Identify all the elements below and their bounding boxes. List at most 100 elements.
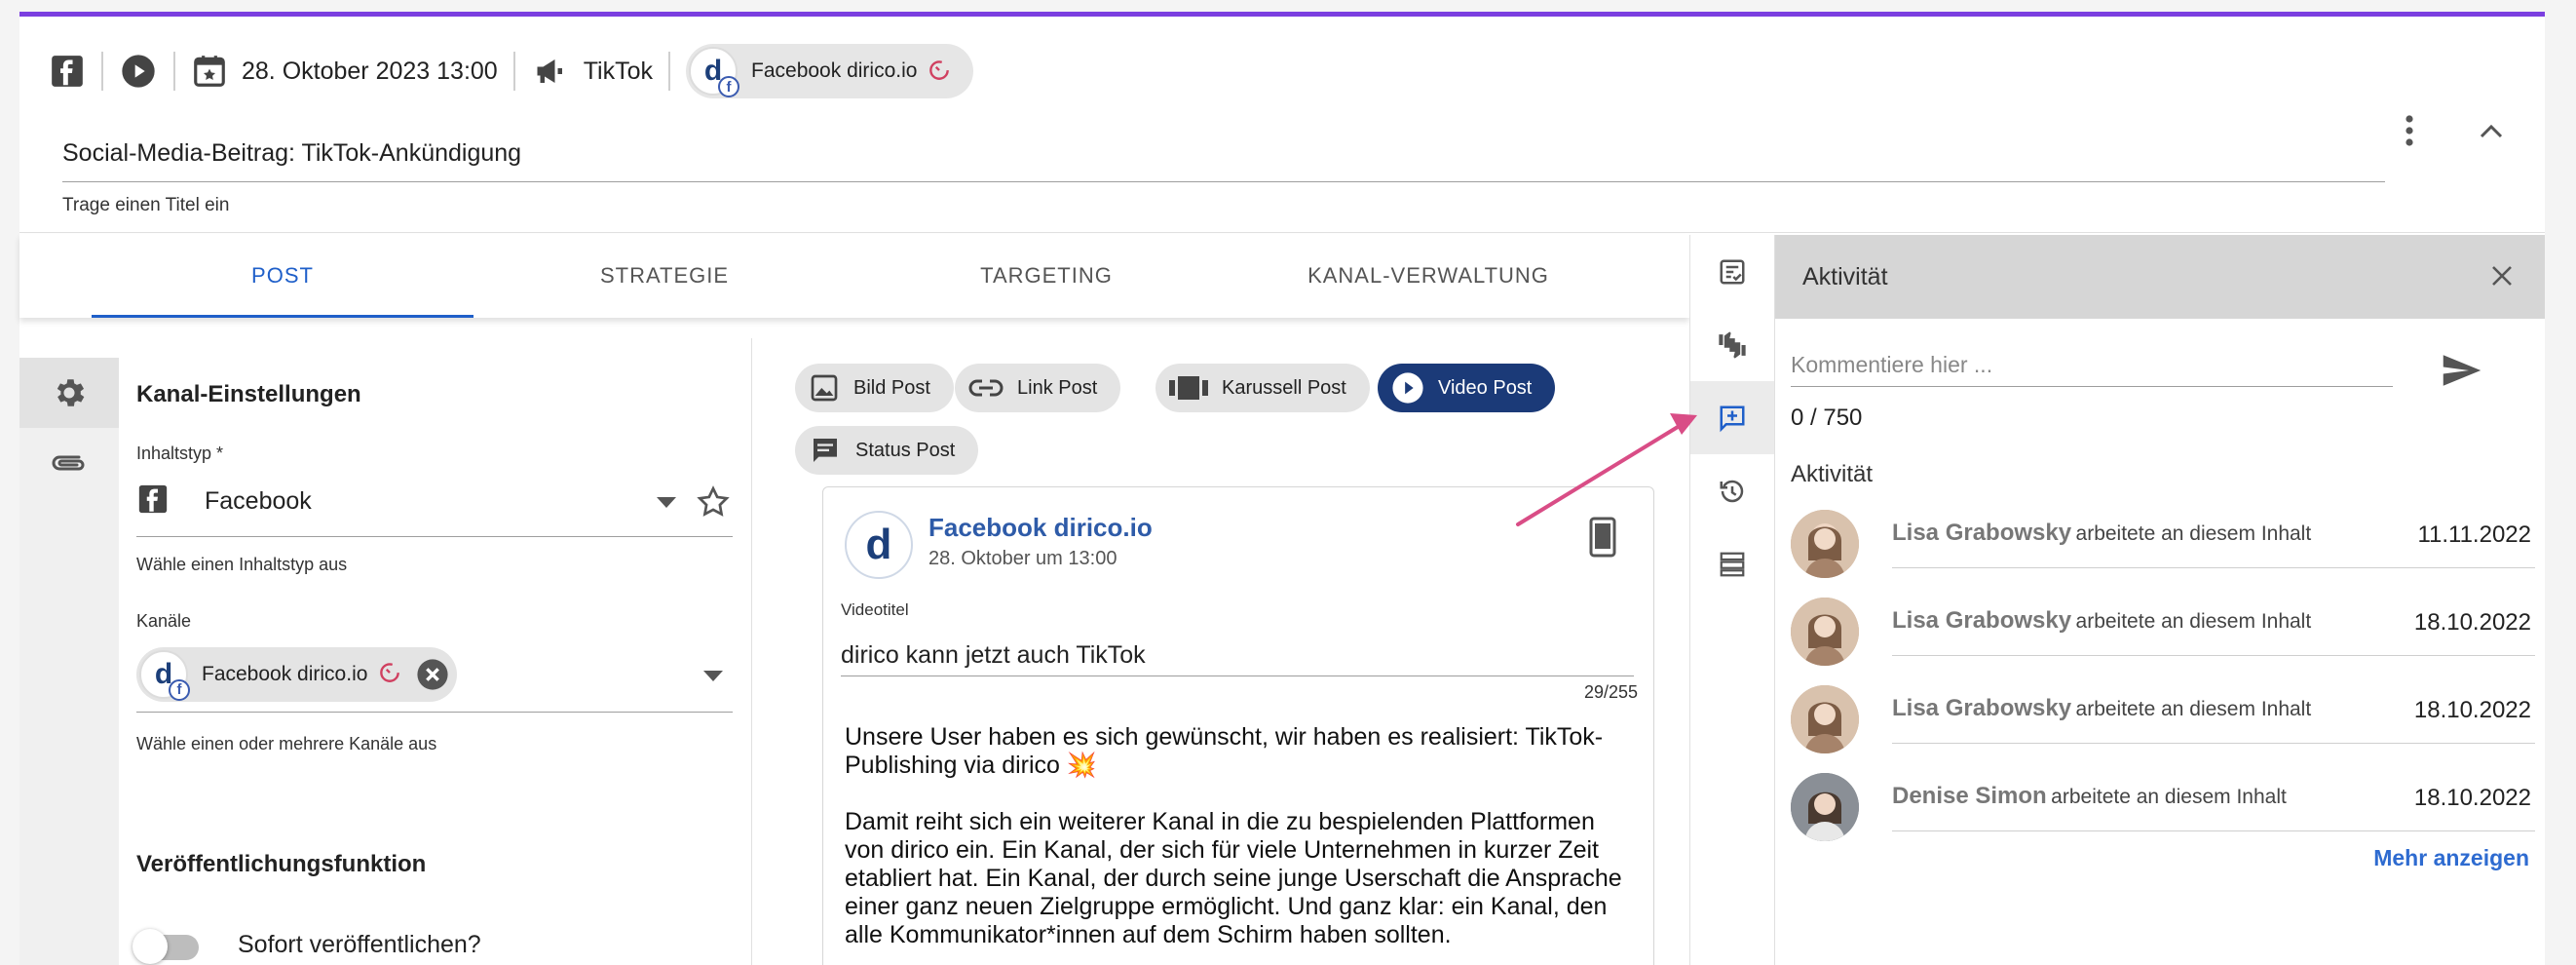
video-title-count: 29/255 bbox=[1583, 682, 1638, 702]
activity-user: Lisa Grabowsky bbox=[1892, 520, 2072, 546]
title-value: Social-Media-Beitrag: TikTok-Ankündigung bbox=[62, 139, 522, 167]
dropdown-arrow-icon[interactable] bbox=[657, 496, 676, 514]
channels-select[interactable]: df Facebook dirico.io bbox=[136, 637, 733, 713]
post-type-bild[interactable]: Bild Post bbox=[795, 364, 954, 412]
thumbs-tool[interactable] bbox=[1690, 308, 1774, 381]
tab-targeting[interactable]: TARGETING bbox=[855, 234, 1237, 318]
avatar bbox=[1791, 510, 1859, 578]
tab-bar: POST STRATEGIE TARGETING KANAL-VERWALTUN… bbox=[19, 234, 1689, 318]
add-comment-icon bbox=[1720, 405, 1745, 432]
divider bbox=[101, 52, 103, 91]
attachments-nav-item[interactable] bbox=[19, 428, 119, 498]
account-chip[interactable]: df Facebook dirico.io bbox=[686, 44, 974, 98]
post-column: Bild Post Link Post Karussell Post Video… bbox=[770, 338, 1689, 965]
activity-date: 18.10.2022 bbox=[2413, 609, 2531, 636]
publish-now-label: Sofort veröffentlichen? bbox=[238, 931, 481, 958]
video-title-input[interactable]: dirico kann jetzt auch TikTok bbox=[841, 632, 1634, 676]
activity-line: Lisa Grabowsky arbeitete an diesem Inhal… bbox=[1892, 607, 2535, 656]
list-tool[interactable] bbox=[1690, 527, 1774, 600]
play-icon bbox=[1391, 371, 1424, 405]
post-type-label: Status Post bbox=[855, 439, 956, 461]
post-type-label: Karussell Post bbox=[1222, 376, 1346, 399]
tab-post[interactable]: POST bbox=[92, 234, 474, 318]
post-preview: d Facebook dirico.io 28. Oktober um 13:0… bbox=[822, 486, 1654, 965]
content-type-hint: Wähle einen Inhaltstyp aus bbox=[136, 555, 348, 574]
history-tool[interactable] bbox=[1690, 454, 1774, 527]
activity-line: Denise Simon arbeitete an diesem Inhalt … bbox=[1892, 783, 2535, 831]
timer-icon bbox=[927, 57, 952, 87]
dirico-avatar: df bbox=[139, 649, 190, 701]
content-type-label: Inhaltstyp * bbox=[136, 444, 224, 463]
page-name[interactable]: Facebook dirico.io bbox=[928, 513, 1153, 543]
publish-now-toggle[interactable] bbox=[133, 929, 199, 964]
smartphone-icon[interactable] bbox=[1589, 517, 1616, 562]
comments-tool[interactable] bbox=[1690, 381, 1774, 454]
activity-row: Lisa Grabowsky arbeitete an diesem Inhal… bbox=[1791, 592, 2535, 670]
gear-icon bbox=[57, 379, 85, 406]
avatar bbox=[1791, 773, 1859, 841]
content-type-select[interactable]: Facebook bbox=[136, 467, 733, 537]
tab-strategie[interactable]: STRATEGIE bbox=[474, 234, 855, 318]
post-type-karussell[interactable]: Karussell Post bbox=[1155, 364, 1370, 412]
activity-line: Lisa Grabowsky arbeitete an diesem Inhal… bbox=[1892, 695, 2535, 744]
page-avatar: d bbox=[845, 511, 913, 579]
post-date: 28. Oktober um 13:00 bbox=[928, 548, 1118, 569]
remove-chip-icon[interactable] bbox=[416, 658, 449, 691]
settings-nav-item[interactable] bbox=[19, 358, 119, 428]
post-type-link[interactable]: Link Post bbox=[955, 364, 1121, 412]
channel-type: TikTok bbox=[583, 57, 654, 85]
post-type-label: Link Post bbox=[1017, 376, 1098, 399]
activity-row: Lisa Grabowsky arbeitete an diesem Inhal… bbox=[1791, 504, 2535, 582]
video-title-label: Videotitel bbox=[841, 600, 909, 619]
timer-icon bbox=[377, 659, 402, 689]
activity-line: Lisa Grabowsky arbeitete an diesem Inhal… bbox=[1892, 520, 2535, 568]
channel-chip[interactable]: df Facebook dirico.io bbox=[136, 646, 458, 702]
title-input[interactable]: Social-Media-Beitrag: TikTok-Ankündigung bbox=[62, 134, 2385, 182]
comment-input[interactable]: Kommentiere hier ... bbox=[1791, 342, 2393, 387]
chevron-up-icon[interactable] bbox=[2467, 106, 2516, 155]
meta-row: 28. Oktober 2023 13:00 TikTok df Faceboo… bbox=[49, 44, 974, 98]
dirico-avatar: df bbox=[689, 47, 740, 97]
history-icon bbox=[1720, 480, 1744, 502]
activity-action: arbeitete an diesem Inhalt bbox=[2051, 786, 2287, 808]
attachment-icon bbox=[52, 455, 85, 471]
post-type-status[interactable]: Status Post bbox=[795, 426, 979, 475]
account-chip-label: Facebook dirico.io bbox=[751, 59, 918, 82]
right-toolbar bbox=[1689, 235, 1775, 965]
post-type-video[interactable]: Video Post bbox=[1378, 364, 1556, 412]
star-outline-icon[interactable] bbox=[696, 484, 731, 524]
activity-title: Aktivität bbox=[1802, 262, 1888, 290]
activity-row: Lisa Grabowsky arbeitete an diesem Inhal… bbox=[1791, 679, 2535, 757]
carousel-icon bbox=[1169, 374, 1208, 402]
avatar bbox=[1791, 685, 1859, 753]
more-vert-icon[interactable] bbox=[2385, 106, 2434, 155]
channel-settings: Kanal-Einstellungen Inhaltstyp * Faceboo… bbox=[123, 338, 752, 965]
activity-action: arbeitete an diesem Inhalt bbox=[2075, 610, 2312, 633]
divider bbox=[512, 52, 515, 91]
facebook-icon bbox=[49, 53, 86, 90]
send-icon[interactable] bbox=[2436, 344, 2488, 397]
close-icon[interactable] bbox=[2482, 256, 2521, 295]
checklist-tool[interactable] bbox=[1690, 235, 1774, 308]
divider bbox=[668, 52, 671, 91]
post-type-label: Bild Post bbox=[853, 376, 930, 399]
link-icon bbox=[968, 377, 1004, 399]
post-body-text[interactable]: Unsere User haben es sich gewünscht, wir… bbox=[845, 723, 1634, 949]
message-icon bbox=[809, 435, 842, 466]
activity-date: 11.11.2022 bbox=[2417, 521, 2531, 548]
publish-date: 28. Oktober 2023 13:00 bbox=[242, 57, 498, 85]
activity-row: Denise Simon arbeitete an diesem Inhalt … bbox=[1791, 767, 2535, 845]
show-more-link[interactable]: Mehr anzeigen bbox=[2373, 845, 2529, 871]
dropdown-arrow-icon[interactable] bbox=[703, 670, 723, 687]
image-icon bbox=[809, 372, 840, 404]
channels-label: Kanäle bbox=[136, 611, 192, 631]
activity-subtitle: Aktivität bbox=[1791, 461, 1874, 487]
activity-user: Lisa Grabowsky bbox=[1892, 607, 2072, 634]
avatar bbox=[1791, 598, 1859, 666]
channel-settings-title: Kanal-Einstellungen bbox=[136, 381, 361, 407]
play-circle-icon bbox=[119, 52, 158, 91]
comment-char-count: 0 / 750 bbox=[1791, 405, 1863, 431]
content-type-value: Facebook bbox=[205, 487, 312, 515]
tab-kanal-verwaltung[interactable]: KANAL-VERWALTUNG bbox=[1237, 234, 1619, 318]
activity-header: Aktivität bbox=[1775, 235, 2545, 319]
